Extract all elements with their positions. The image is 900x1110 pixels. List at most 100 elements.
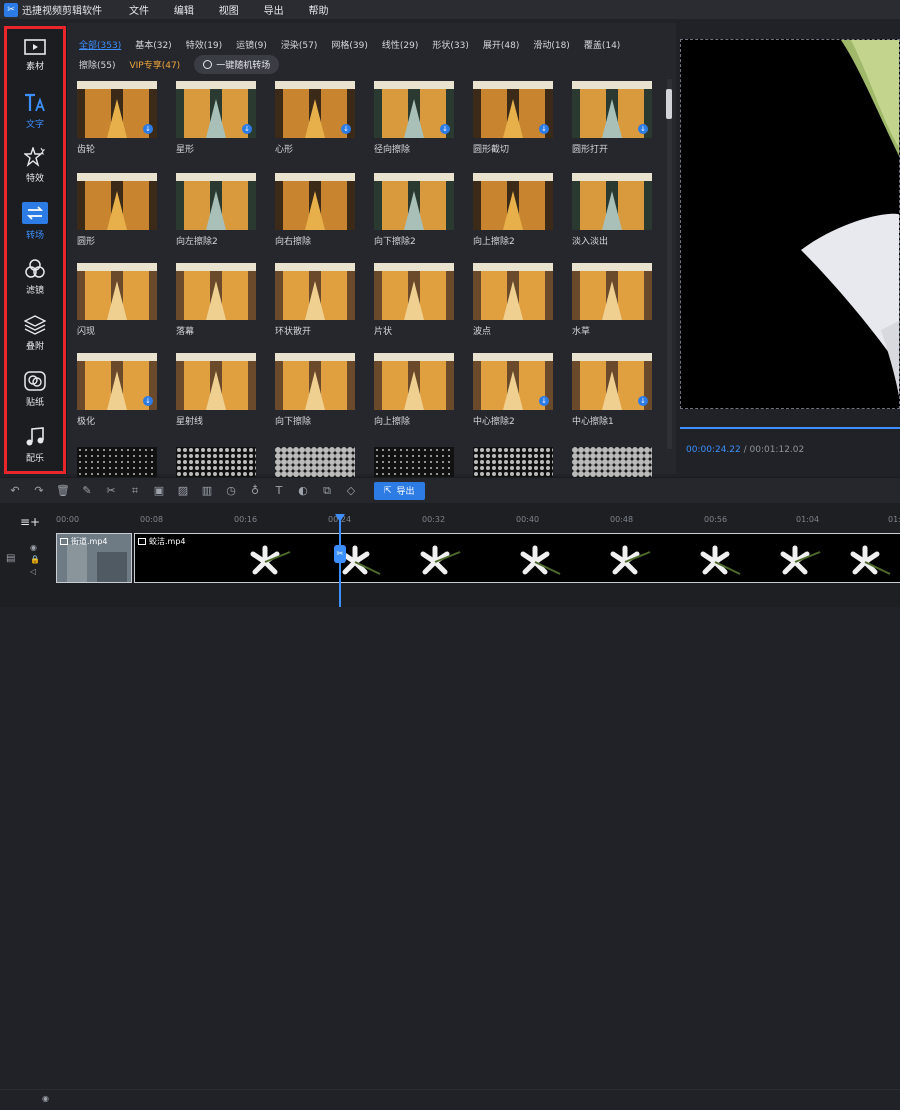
- transition-item[interactable]: ↓ 中心擦除2: [473, 353, 553, 427]
- transition-item[interactable]: 波点: [473, 263, 553, 337]
- download-icon[interactable]: ↓: [341, 124, 351, 134]
- transition-thumbnail: ↓: [176, 81, 256, 138]
- tab-camera[interactable]: 运镜(9): [236, 38, 267, 51]
- transition-item[interactable]: 水草: [572, 263, 652, 337]
- sidebar-item-filter[interactable]: 滤镜: [4, 250, 66, 304]
- tab-linear[interactable]: 线性(29): [382, 38, 418, 51]
- sidebar-item-sticker[interactable]: 贴纸: [4, 362, 66, 416]
- delete-icon[interactable]: 🗑: [54, 482, 72, 500]
- transition-item[interactable]: 淡入淡出: [572, 173, 652, 247]
- transition-item[interactable]: ↓ 齿轮: [77, 81, 157, 155]
- sidebar-item-effects[interactable]: 特效: [4, 138, 66, 192]
- marker-icon[interactable]: ◇: [342, 482, 360, 500]
- transition-item[interactable]: 星射线: [176, 353, 256, 427]
- text-tool-icon[interactable]: T: [270, 482, 288, 500]
- clip-lily[interactable]: 蛟洁.mp4: [134, 533, 900, 583]
- sidebar-label-overlay: 叠附: [25, 341, 44, 352]
- preview-seekbar[interactable]: [680, 427, 900, 429]
- transition-item[interactable]: 向右擦除: [275, 173, 355, 247]
- export-button[interactable]: ⇱ 导出: [374, 481, 425, 500]
- media-icon: [24, 38, 46, 55]
- menu-view[interactable]: 视图: [219, 6, 239, 17]
- mic-icon[interactable]: ♁: [246, 482, 264, 500]
- transition-label: 星射线: [176, 417, 204, 427]
- transition-item[interactable]: 向左擦除2: [176, 173, 256, 247]
- clip-street[interactable]: 街道.mp4: [56, 533, 132, 583]
- transition-item[interactable]: 片状: [374, 263, 454, 337]
- menu-file[interactable]: 文件: [129, 6, 149, 17]
- sidebar-item-media[interactable]: 素材: [4, 28, 66, 82]
- download-icon[interactable]: ↓: [638, 396, 648, 406]
- tab-slide[interactable]: 滑动(18): [533, 38, 569, 51]
- sidebar-item-text[interactable]: 文字: [4, 84, 66, 138]
- transition-item[interactable]: 向上擦除: [374, 353, 454, 427]
- random-transition-label: 一键随机转场: [216, 61, 271, 71]
- panel-scrollbar[interactable]: [665, 79, 673, 449]
- download-icon[interactable]: ↓: [143, 396, 153, 406]
- lock-icon[interactable]: 🔒: [30, 555, 40, 564]
- sidebar-item-overlay[interactable]: 叠附: [4, 306, 66, 360]
- timeline-track-header: ≡+ ▤ ◉ 🔒 ◁: [0, 503, 52, 607]
- download-icon[interactable]: ↓: [440, 124, 450, 134]
- transition-label: 向下擦除: [275, 417, 312, 427]
- scrollbar-thumb[interactable]: [666, 89, 672, 119]
- menu-help[interactable]: 帮助: [309, 6, 329, 17]
- undo-icon[interactable]: ↶: [6, 482, 24, 500]
- transition-item[interactable]: ↓ 径向擦除: [374, 81, 454, 155]
- tab-basic[interactable]: 基本(32): [135, 38, 171, 51]
- transition-item[interactable]: ↓ 中心擦除1: [572, 353, 652, 427]
- video-preview[interactable]: [680, 39, 900, 409]
- tab-dye[interactable]: 浸染(57): [281, 38, 317, 51]
- transition-item[interactable]: 向上擦除2: [473, 173, 553, 247]
- download-icon[interactable]: ↓: [539, 396, 549, 406]
- speed-icon[interactable]: ◷: [222, 482, 240, 500]
- playhead-split-icon[interactable]: ✂: [334, 545, 346, 563]
- tab-all[interactable]: 全部(353): [79, 38, 121, 51]
- add-track-icon[interactable]: ≡+: [20, 515, 40, 529]
- random-transition-button[interactable]: 一键随机转场: [194, 55, 280, 74]
- transition-item[interactable]: 向下擦除: [275, 353, 355, 427]
- transition-label: 极化: [77, 417, 96, 427]
- download-icon[interactable]: ↓: [638, 124, 648, 134]
- transition-item[interactable]: 圆形: [77, 173, 157, 247]
- crop-icon[interactable]: ⌗: [126, 482, 144, 500]
- tab-grid[interactable]: 网格(39): [331, 38, 367, 51]
- resize-icon[interactable]: ▣: [150, 482, 168, 500]
- sidebar-item-transition[interactable]: 转场: [4, 194, 66, 248]
- sidebar-label-media: 素材: [25, 61, 44, 72]
- download-icon[interactable]: ↓: [539, 124, 549, 134]
- transition-item[interactable]: ↓ 圆形截切: [473, 81, 553, 155]
- transition-item[interactable]: ↓ 圆形打开: [572, 81, 652, 155]
- transition-item[interactable]: ↓ 心形: [275, 81, 355, 155]
- redo-icon[interactable]: ↷: [30, 482, 48, 500]
- text-icon: [25, 93, 45, 111]
- transition-item[interactable]: ↓ 星形: [176, 81, 256, 155]
- mosaic-icon[interactable]: ▨: [174, 482, 192, 500]
- transition-item[interactable]: 环状散开: [275, 263, 355, 337]
- transition-item[interactable]: 闪现: [77, 263, 157, 337]
- tab-shape[interactable]: 形状(33): [432, 38, 468, 51]
- visibility-icon[interactable]: ◉: [30, 543, 37, 552]
- copy-icon[interactable]: ⧉: [318, 482, 336, 500]
- color-icon[interactable]: ◐: [294, 482, 312, 500]
- transition-item[interactable]: ↓ 极化: [77, 353, 157, 427]
- transition-label: 圆形打开: [572, 145, 609, 155]
- download-icon[interactable]: ↓: [242, 124, 252, 134]
- sidebar-item-music[interactable]: 配乐: [4, 418, 66, 472]
- menu-edit[interactable]: 编辑: [174, 6, 194, 17]
- cut-icon[interactable]: ✂: [102, 482, 120, 500]
- tab-wipe[interactable]: 擦除(55): [79, 58, 115, 71]
- tab-vip[interactable]: VIP专享(47): [129, 58, 180, 71]
- tab-unfold[interactable]: 展开(48): [483, 38, 519, 51]
- tab-effects[interactable]: 特效(19): [186, 38, 222, 51]
- tab-cover[interactable]: 覆盖(14): [584, 38, 620, 51]
- menu-export[interactable]: 导出: [264, 6, 284, 17]
- edit-icon[interactable]: ✎: [78, 482, 96, 500]
- timeline-ruler[interactable]: 00:00 00:08 00:16 00:24 00:32 00:40 00:4…: [52, 515, 900, 529]
- transition-item[interactable]: 落幕: [176, 263, 256, 337]
- mute-icon[interactable]: ◁: [30, 567, 36, 576]
- transition-item[interactable]: 向下擦除2: [374, 173, 454, 247]
- visibility-icon[interactable]: ◉: [42, 1094, 49, 1103]
- chart-icon[interactable]: ▥: [198, 482, 216, 500]
- download-icon[interactable]: ↓: [143, 124, 153, 134]
